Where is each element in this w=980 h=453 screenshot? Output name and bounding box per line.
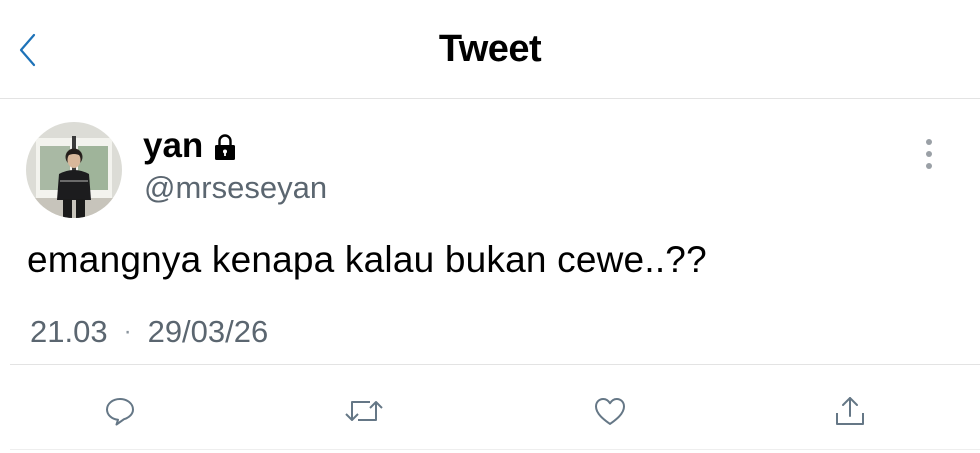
vertical-ellipsis-icon [926,139,932,169]
speech-bubble-icon [106,398,134,426]
retweet-arrows-icon [345,401,383,421]
avatar[interactable] [26,122,122,218]
tweet-text: emangnya kenapa kalau bukan cewe..?? [27,239,707,280]
tweet-timestamp: 21.03 · 29/03/26 [30,314,268,350]
more-options-button[interactable] [916,136,942,172]
top-bar: Tweet [0,0,980,99]
divider-bottom [10,449,980,450]
heart-outline-icon [595,398,625,425]
author-name[interactable]: yan [143,126,203,166]
lock-icon [215,134,236,160]
divider [10,364,980,365]
share-button[interactable] [828,389,872,433]
page-title: Tweet [438,28,542,70]
meta-separator: · [123,318,132,345]
retweet-button[interactable] [342,389,386,433]
like-button[interactable] [588,389,632,433]
author-row: yan [143,124,237,168]
share-upload-icon [836,397,864,425]
tweet-time: 21.03 [30,314,108,349]
reply-button[interactable] [98,389,142,433]
author-handle[interactable]: @mrseseyan [144,170,327,206]
tweet-date: 29/03/26 [147,314,269,349]
